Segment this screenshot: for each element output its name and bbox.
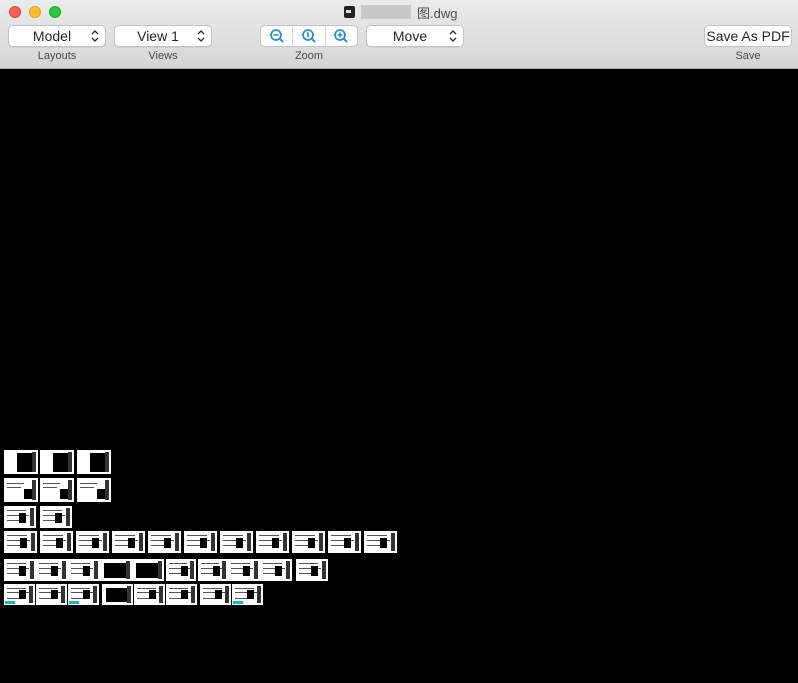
drawing-sheet [36, 584, 67, 605]
drawing-sheet [68, 559, 100, 581]
drawing-sheet [292, 531, 325, 553]
drawing-sheet [260, 559, 292, 581]
minimize-window-button[interactable] [29, 6, 41, 18]
document-icon [344, 6, 355, 18]
chevron-updown-icon [449, 30, 457, 42]
drawing-sheet [166, 559, 196, 581]
drawing-sheet [148, 531, 181, 553]
drawing-sheet [200, 584, 231, 605]
drawing-sheet [132, 559, 164, 581]
drawing-sheet [198, 559, 228, 581]
drawing-sheet [100, 559, 132, 581]
layouts-value: Model [32, 28, 72, 44]
drawing-sheet [40, 506, 72, 528]
zoom-actual-size-button[interactable] [293, 26, 326, 46]
mode-popup[interactable]: Move [366, 25, 464, 47]
drawing-sheet [232, 584, 263, 605]
mode-value: Move [392, 28, 428, 44]
zoom-segmented-control [260, 25, 358, 47]
chevron-updown-icon [91, 30, 99, 42]
drawing-sheet [4, 559, 36, 581]
drawing-sheet [36, 559, 68, 581]
layouts-caption: Layouts [37, 50, 77, 62]
drawing-sheet [4, 450, 38, 474]
drawing-sheet [40, 531, 73, 553]
drawing-sheet [4, 478, 38, 502]
drawing-sheet [364, 531, 397, 553]
save-as-pdf-button[interactable]: Save As PDF [704, 25, 792, 47]
drawing-sheet [68, 584, 99, 605]
drawing-sheet [220, 531, 253, 553]
drawing-sheet [76, 531, 109, 553]
drawing-sheet [112, 531, 145, 553]
zoom-out-button[interactable] [261, 26, 294, 46]
window-controls [9, 6, 61, 18]
zoom-in-icon [334, 29, 349, 43]
drawing-sheet [184, 531, 217, 553]
drawing-sheet [4, 531, 37, 553]
drawing-sheet [256, 531, 289, 553]
zoom-window-button[interactable] [49, 6, 61, 18]
drawing-sheet [77, 478, 111, 502]
drawing-sheet [166, 584, 197, 605]
drawing-canvas[interactable] [0, 69, 798, 683]
window-title: 图.dwg [344, 4, 458, 21]
views-popup[interactable]: View 1 [114, 25, 212, 47]
drawing-sheet [228, 559, 260, 581]
drawing-sheet [4, 506, 36, 528]
drawing-sheet [102, 584, 133, 605]
layouts-popup[interactable]: Model [8, 25, 106, 47]
drawing-sheet [328, 531, 361, 553]
drawing-sheet [134, 584, 165, 605]
drawing-sheet [77, 450, 111, 474]
drawing-sheet [296, 559, 328, 581]
close-window-button[interactable] [9, 6, 21, 18]
zoom-out-icon [269, 29, 284, 43]
drawing-sheet [4, 584, 35, 605]
views-caption: Views [148, 50, 178, 62]
zoom-caption: Zoom [294, 50, 324, 62]
views-value: View 1 [137, 28, 179, 44]
drawing-sheet [40, 450, 74, 474]
window-titlebar: 图.dwg Model Layouts View 1 Views Zoom Mo… [0, 0, 798, 69]
drawing-sheet [40, 478, 74, 502]
save-caption: Save [735, 50, 761, 62]
window-title-text: 图.dwg [417, 5, 458, 21]
redacted-filename [361, 5, 411, 19]
zoom-in-button[interactable] [326, 26, 357, 46]
zoom-actual-icon [302, 29, 316, 43]
chevron-updown-icon [197, 30, 205, 42]
